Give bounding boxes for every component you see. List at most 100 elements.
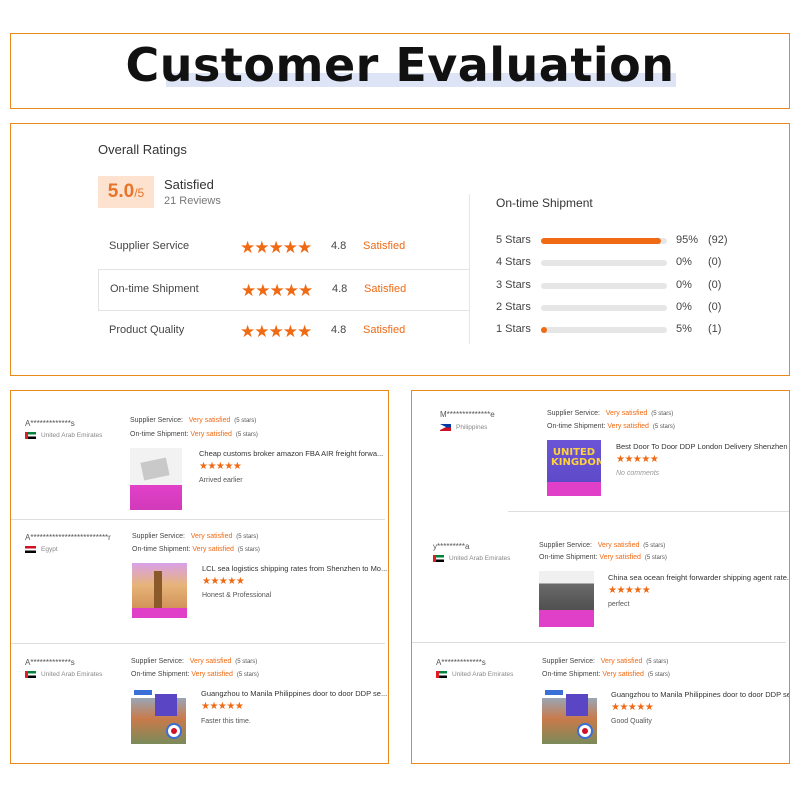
reviewer-country: United Arab Emirates <box>452 671 514 678</box>
meta-value: Very satisfied <box>600 658 643 665</box>
egypt-flag-icon <box>25 546 36 553</box>
rating-stars-icon: ★★★★★ <box>240 322 312 341</box>
reviewer-name: M**************e <box>440 410 495 419</box>
reviewer-name: A*************s <box>25 419 75 428</box>
product-thumbnail[interactable] <box>542 688 597 744</box>
rating-status: Satisfied <box>363 240 406 252</box>
product-thumbnail[interactable]: UNITED KINGDOM <box>547 440 601 496</box>
star-breakdown-percent: 0% <box>676 256 692 268</box>
meta-stars: (5 stars) <box>235 432 258 438</box>
meta-stars: (5 stars) <box>236 672 259 678</box>
meta-stars: (5 stars) <box>643 543 666 549</box>
rating-score: 4.8 <box>331 324 347 336</box>
star-breakdown-count: (0) <box>708 301 722 313</box>
review-divider <box>508 511 789 512</box>
meta-value: Very satisfied <box>605 410 648 417</box>
meta-label: Supplier Service: <box>539 542 592 549</box>
product-title-link[interactable]: LCL sea logistics shipping rates from Sh… <box>202 564 387 573</box>
meta-value: Very satisfied <box>607 423 649 430</box>
review-stars-icon: ★★★★★ <box>608 585 651 596</box>
star-breakdown-percent: 5% <box>676 323 692 335</box>
star-breakdown-label: 3 Stars <box>496 279 531 291</box>
product-title-link[interactable]: Guangzhou to Manila Philippines door to … <box>201 689 387 698</box>
uae-flag-icon <box>25 671 36 678</box>
product-thumbnail[interactable] <box>131 688 186 744</box>
philippines-seal-icon <box>577 723 593 739</box>
title-banner: Customer Evaluation <box>10 33 790 109</box>
review-stars-icon: ★★★★★ <box>201 701 244 712</box>
star-breakdown-percent: 0% <box>676 301 692 313</box>
meta-label: Supplier Service: <box>132 533 185 540</box>
meta-stars: (5 stars) <box>236 534 259 540</box>
reviews-column-left: A*************s United Arab Emirates Sup… <box>10 390 389 764</box>
overall-score: 5.0 <box>107 181 135 202</box>
rating-row-label: Supplier Service <box>109 240 190 252</box>
uae-flag-icon <box>433 555 444 562</box>
product-title-link[interactable]: Cheap customs broker amazon FBA AIR frei… <box>199 449 383 458</box>
star-breakdown-count: (0) <box>708 256 722 268</box>
thumbnail-banner <box>547 482 601 496</box>
meta-value: Very satisfied <box>602 671 644 678</box>
meta-stars: (5 stars) <box>237 547 260 553</box>
star-breakdown-track <box>541 305 667 311</box>
reviews-count-link[interactable]: 21 Reviews <box>164 195 221 207</box>
star-breakdown-label: 5 Stars <box>496 234 531 246</box>
meta-label: On-time Shipment: <box>539 554 598 561</box>
shipment-breakdown-title: On-time Shipment <box>496 196 593 210</box>
thumbnail-logo <box>545 690 563 695</box>
thumbnail-text: UNITED KINGDOM <box>551 447 601 468</box>
overall-ratings-label: Overall Ratings <box>98 142 187 157</box>
meta-stars: (5 stars) <box>234 418 257 424</box>
meta-label: On-time Shipment: <box>542 671 601 678</box>
thumbnail-tag <box>155 694 177 716</box>
review-stars-icon: ★★★★★ <box>199 461 242 472</box>
review-divider <box>11 643 385 644</box>
review-comment: perfect <box>608 601 630 608</box>
uae-flag-icon <box>25 432 36 439</box>
product-title-link[interactable]: China sea ocean freight forwarder shippi… <box>608 573 789 582</box>
product-thumbnail[interactable] <box>132 563 187 618</box>
meta-label: On-time Shipment: <box>131 671 190 678</box>
reviewer-country: Egypt <box>41 546 58 553</box>
star-breakdown-fill <box>541 327 547 333</box>
ontime-shipment-meta: On-time Shipment: Very satisfied (5 star… <box>539 554 667 561</box>
star-breakdown-track <box>541 238 667 244</box>
rating-row-label: Product Quality <box>109 324 185 336</box>
meta-stars: (5 stars) <box>646 659 669 665</box>
star-breakdown-track <box>541 260 667 266</box>
overall-score-badge: 5.0/5 <box>98 176 154 208</box>
reviewer-name: A*************s <box>436 658 486 667</box>
product-title-link[interactable]: Best Door To Door DDP London Delivery Sh… <box>616 442 789 451</box>
star-breakdown-row: 3 Stars 0% (0) <box>496 279 766 293</box>
meta-stars: (5 stars) <box>652 424 675 430</box>
thumbnail-logo <box>134 690 152 695</box>
overall-score-denominator: /5 <box>134 186 145 200</box>
supplier-service-meta: Supplier Service: Very satisfied (5 star… <box>547 410 673 417</box>
ratings-panel: Overall Ratings 5.0/5 Satisfied 21 Revie… <box>10 123 790 376</box>
supplier-service-meta: Supplier Service: Very satisfied (5 star… <box>130 417 256 424</box>
reviewer-country: Philippines <box>456 424 488 431</box>
star-breakdown-fill <box>541 238 661 244</box>
review-stars-icon: ★★★★★ <box>616 454 659 465</box>
reviews-column-right: M**************e Philippines Supplier Se… <box>411 390 790 764</box>
thumbnail-tag <box>566 694 588 716</box>
meta-value: Very satisfied <box>191 671 233 678</box>
meta-stars: (5 stars) <box>647 672 670 678</box>
rating-row-ontime-shipment[interactable]: On-time Shipment ★★★★★ 4.8 Satisfied <box>98 269 470 311</box>
supplier-service-meta: Supplier Service: Very satisfied (5 star… <box>542 658 668 665</box>
reviewer-name: A*************s <box>25 658 75 667</box>
meta-label: On-time Shipment: <box>130 431 189 438</box>
star-breakdown-count: (0) <box>708 279 722 291</box>
star-breakdown-track <box>541 283 667 289</box>
reviewer-name: y*********a <box>433 542 470 551</box>
thumbnail-tower <box>154 571 162 611</box>
review-comment: Arrived earlier <box>199 477 243 484</box>
rating-row-label: On-time Shipment <box>110 283 199 295</box>
product-thumbnail[interactable] <box>539 571 594 627</box>
ontime-shipment-meta: On-time Shipment: Very satisfied (5 star… <box>542 671 670 678</box>
star-breakdown-row: 4 Stars 0% (0) <box>496 256 766 270</box>
product-thumbnail[interactable] <box>130 448 182 510</box>
product-title-link[interactable]: Guangzhou to Manila Philippines door to … <box>611 690 789 699</box>
meta-stars: (5 stars) <box>644 555 667 561</box>
philippines-flag-icon <box>440 424 451 431</box>
